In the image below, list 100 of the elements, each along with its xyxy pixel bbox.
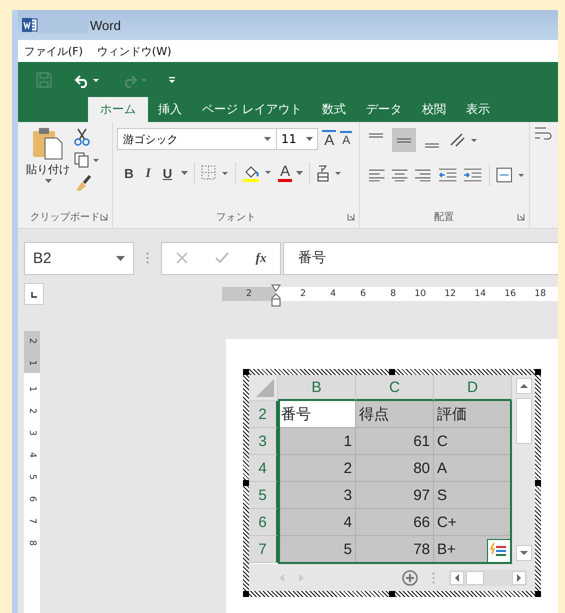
resize-handle[interactable] bbox=[243, 591, 249, 597]
scrollbar-thumb[interactable] bbox=[466, 570, 484, 584]
add-sheet-icon[interactable] bbox=[402, 570, 418, 586]
ruler-label: 10 bbox=[414, 289, 426, 299]
shrink-font-button[interactable]: A bbox=[340, 131, 352, 147]
align-left-icon[interactable] bbox=[368, 168, 386, 182]
caret-icon[interactable] bbox=[181, 171, 188, 175]
corner-triangle-icon bbox=[256, 379, 274, 397]
ruler-label: 2 bbox=[26, 338, 38, 344]
column-header[interactable]: C bbox=[356, 375, 434, 401]
resize-handle[interactable] bbox=[243, 369, 249, 375]
caret-icon[interactable] bbox=[296, 171, 304, 175]
increase-indent-icon[interactable] bbox=[463, 168, 483, 182]
menu-item[interactable]: ファイル(F) bbox=[24, 44, 83, 58]
dialog-launcher-icon[interactable] bbox=[346, 213, 355, 221]
row-header[interactable]: 7 bbox=[249, 536, 278, 563]
align-center-icon[interactable] bbox=[391, 168, 408, 182]
ruler-label: 6 bbox=[26, 496, 38, 502]
align-right-icon[interactable] bbox=[414, 168, 432, 182]
font-style-button[interactable]: U bbox=[160, 166, 176, 180]
font-style-button[interactable]: B bbox=[121, 166, 137, 180]
resize-handle[interactable] bbox=[389, 591, 395, 597]
scissors-icon[interactable] bbox=[74, 128, 90, 146]
row-header[interactable]: 4 bbox=[249, 455, 278, 482]
paste-clipboard-icon[interactable] bbox=[31, 126, 65, 160]
copy-icon[interactable] bbox=[74, 152, 100, 168]
ribbon-tab[interactable]: ホーム bbox=[88, 97, 148, 122]
name-box[interactable]: B2 bbox=[24, 242, 134, 274]
caret-icon[interactable] bbox=[264, 137, 272, 141]
column-header[interactable]: B bbox=[278, 375, 356, 401]
caret-icon[interactable] bbox=[44, 179, 52, 183]
scroll-down-icon[interactable] bbox=[516, 545, 532, 561]
dialog-launcher-icon[interactable] bbox=[516, 213, 525, 221]
check-icon[interactable] bbox=[214, 252, 229, 264]
ribbon-tab[interactable]: 表示 bbox=[456, 97, 500, 122]
indent-marker-icon[interactable] bbox=[271, 284, 281, 308]
phonetic-guide-icon[interactable] bbox=[316, 164, 342, 182]
wrap-text-icon[interactable] bbox=[534, 126, 552, 142]
ruler-label: 2 bbox=[299, 289, 306, 299]
table-cell: 4 bbox=[278, 509, 356, 536]
paste-button[interactable]: 貼り付け bbox=[26, 162, 70, 177]
ribbon-tab[interactable]: ページ レイアウト bbox=[192, 97, 312, 122]
group-label: フォント bbox=[216, 211, 256, 224]
ruler-label: 16 bbox=[504, 289, 516, 299]
ruler-label: 1 bbox=[26, 386, 38, 392]
text-orientation-icon[interactable] bbox=[448, 131, 478, 149]
table-cell: 1 bbox=[278, 428, 356, 455]
ribbon-tab[interactable]: 校閲 bbox=[412, 97, 456, 122]
format-painter-brush-icon[interactable] bbox=[74, 174, 92, 192]
row-header[interactable]: 3 bbox=[249, 428, 278, 455]
menu-item[interactable]: ウィンドウ(W) bbox=[96, 44, 172, 58]
row-header[interactable]: 5 bbox=[249, 482, 278, 509]
scroll-left-icon[interactable] bbox=[450, 570, 464, 584]
formula-field[interactable]: 番号 bbox=[283, 242, 558, 274]
tab-stop-selector-icon[interactable] bbox=[24, 283, 44, 305]
font-style-button[interactable]: I bbox=[142, 165, 154, 181]
ruler-label: 8 bbox=[26, 540, 38, 546]
vertical-align-icon[interactable] bbox=[392, 128, 416, 152]
table-cell: 78 bbox=[356, 536, 434, 563]
row-header[interactable]: 6 bbox=[249, 509, 278, 536]
window-title: Word bbox=[90, 18, 121, 32]
scroll-right-icon[interactable] bbox=[512, 570, 526, 584]
resize-handle[interactable] bbox=[535, 369, 541, 375]
ribbon-tab[interactable]: 数式 bbox=[312, 97, 356, 122]
grow-font-button[interactable]: A bbox=[322, 130, 336, 148]
font-color-button[interactable]: A bbox=[278, 164, 292, 182]
ruler-label: 2 bbox=[26, 408, 38, 414]
caret-icon[interactable] bbox=[306, 137, 314, 141]
scrollbar-thumb[interactable] bbox=[516, 398, 532, 444]
customize-caret-icon[interactable] bbox=[168, 74, 176, 84]
resize-handle[interactable] bbox=[535, 591, 541, 597]
ruler-label: 4 bbox=[329, 289, 336, 299]
resize-handle[interactable] bbox=[389, 369, 395, 375]
merge-cells-icon[interactable] bbox=[496, 167, 525, 183]
column-header[interactable]: D bbox=[434, 375, 512, 401]
ribbon-tab[interactable]: データ bbox=[356, 97, 412, 122]
table-cell: 97 bbox=[356, 482, 434, 509]
table-cell: S bbox=[434, 482, 512, 509]
quick-analysis-icon[interactable] bbox=[487, 539, 511, 563]
resize-handle[interactable] bbox=[243, 480, 249, 486]
decrease-indent-icon[interactable] bbox=[438, 168, 458, 182]
border-icon[interactable] bbox=[201, 165, 230, 181]
ruler-label: 8 bbox=[389, 289, 396, 299]
scroll-up-icon[interactable] bbox=[516, 378, 532, 394]
table-cell: 得点 bbox=[356, 401, 434, 428]
font-size-dropdown[interactable]: 11 bbox=[276, 128, 318, 150]
font-name-dropdown[interactable]: 游ゴシック bbox=[117, 128, 278, 150]
fill-color-bucket-icon[interactable] bbox=[242, 164, 272, 182]
caret-icon[interactable] bbox=[116, 256, 125, 260]
ruler-label: 14 bbox=[474, 289, 486, 299]
resize-handle[interactable] bbox=[535, 480, 541, 486]
table-cell: 評価 bbox=[434, 401, 512, 428]
dialog-launcher-icon[interactable] bbox=[100, 213, 108, 221]
horizontal-scrollbar[interactable] bbox=[449, 570, 527, 586]
row-header[interactable]: 2 bbox=[249, 401, 278, 428]
word-logo-icon bbox=[22, 17, 38, 33]
ruler-label: 4 bbox=[26, 452, 38, 458]
insert-function-button[interactable]: fx bbox=[256, 250, 266, 266]
embedded-sheet-frame[interactable]: B C D 2 番号 得点 評価 3 1 61 C 4 2 80 A 5 3 97 S 6 4 66 C+ 7 5 78 B+ bbox=[243, 369, 541, 597]
ribbon-tab[interactable]: 挿入 bbox=[148, 97, 192, 122]
